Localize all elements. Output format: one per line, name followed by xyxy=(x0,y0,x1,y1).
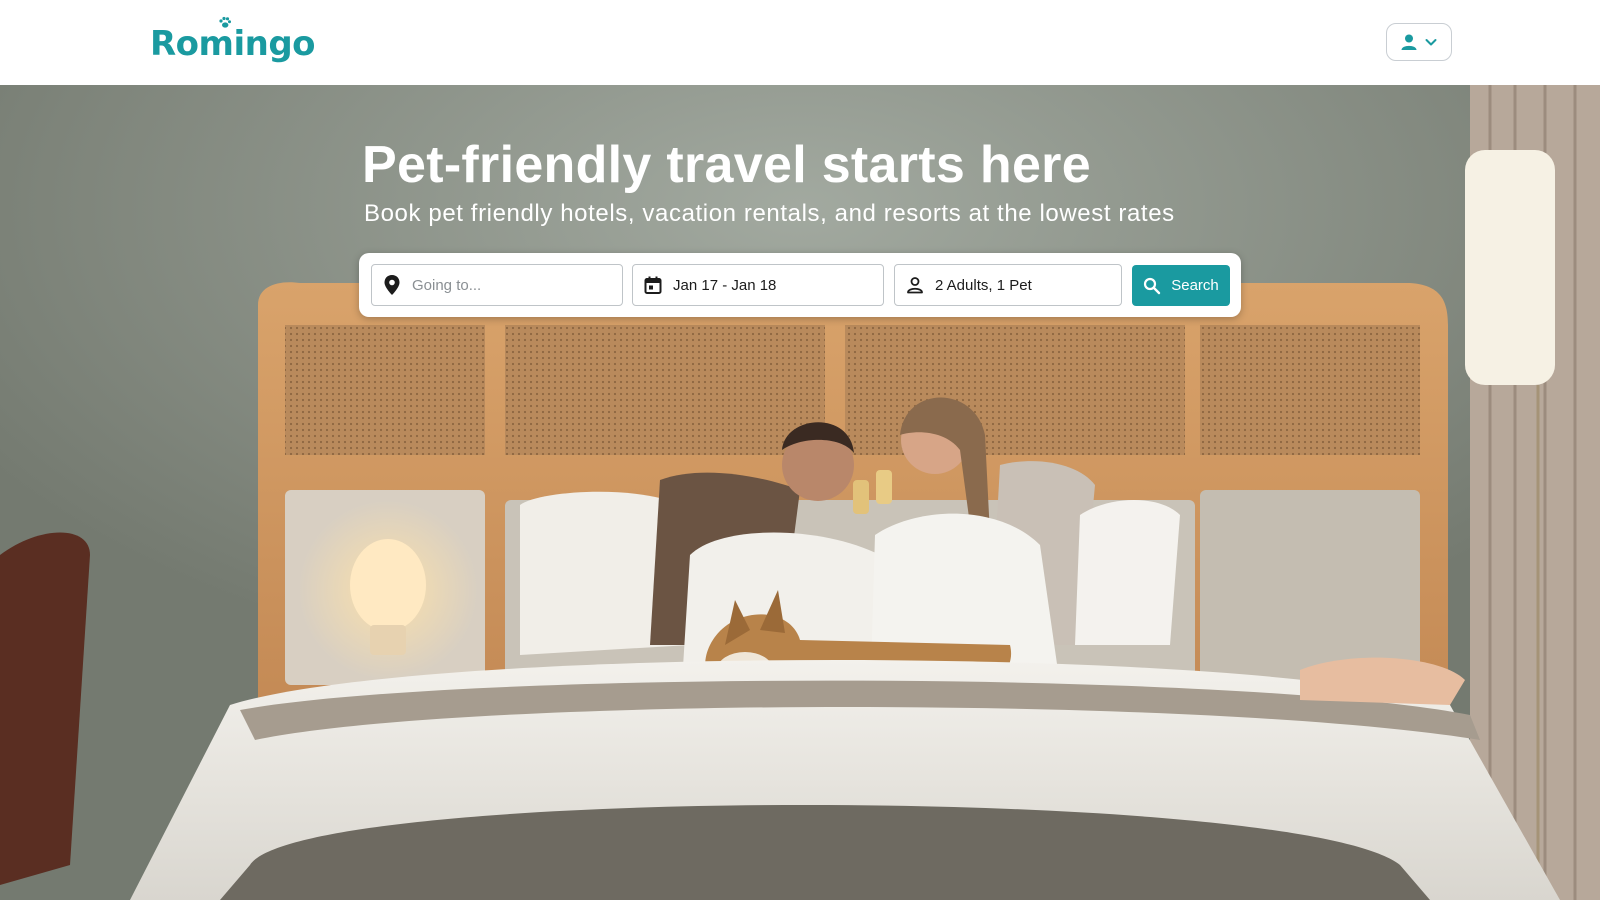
location-pin-icon xyxy=(372,274,412,296)
hero-section: Pet-friendly travel starts here Book pet… xyxy=(0,85,1600,900)
chevron-down-icon xyxy=(1425,39,1437,46)
account-menu-button[interactable] xyxy=(1386,23,1452,61)
calendar-icon xyxy=(633,276,673,294)
search-icon xyxy=(1144,277,1161,294)
destination-input[interactable] xyxy=(412,276,612,294)
guests-field[interactable]: 2 Adults, 1 Pet xyxy=(894,264,1122,306)
hero-subtitle: Book pet friendly hotels, vacation renta… xyxy=(364,200,1175,227)
romingo-logo[interactable]: Romingo xyxy=(150,16,316,64)
paw-icon xyxy=(219,16,231,28)
guests-value: 2 Adults, 1 Pet xyxy=(935,276,1032,294)
person-icon xyxy=(1401,34,1417,50)
destination-field[interactable] xyxy=(371,264,623,306)
search-button-label: Search xyxy=(1171,277,1219,294)
site-header: Romingo xyxy=(0,0,1600,85)
hero-title: Pet-friendly travel starts here xyxy=(362,136,1091,194)
search-button[interactable]: Search xyxy=(1132,265,1230,306)
logo-text: Romingo xyxy=(150,24,316,64)
person-outline-icon xyxy=(895,276,935,294)
dates-field[interactable]: Jan 17 - Jan 18 xyxy=(632,264,884,306)
search-bar: Jan 17 - Jan 18 2 Adults, 1 Pet Search xyxy=(359,253,1241,317)
dates-value: Jan 17 - Jan 18 xyxy=(673,276,777,294)
